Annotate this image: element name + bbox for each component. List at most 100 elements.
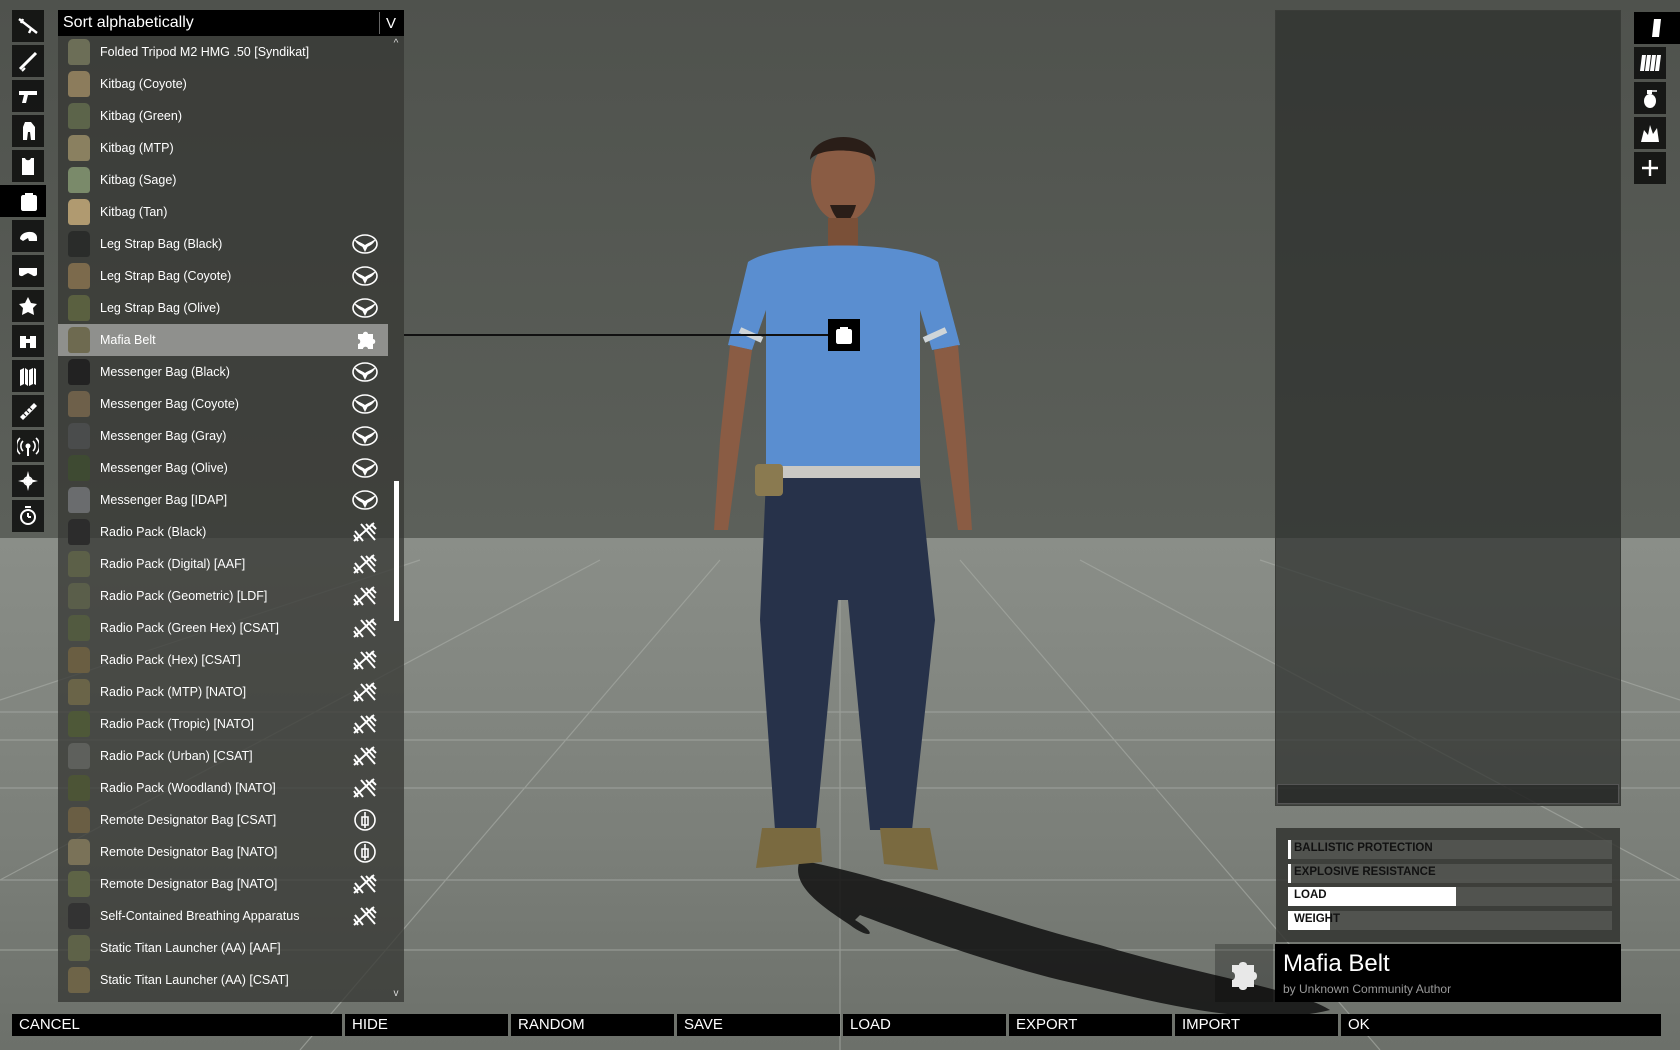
item-name: Static Titan Launcher (AA) [CSAT] xyxy=(100,973,289,987)
random-button[interactable]: RANDOM xyxy=(511,1014,674,1036)
list-item[interactable]: Radio Pack (Digital) [AAF] xyxy=(58,548,388,580)
list-item[interactable]: Messenger Bag (Black) xyxy=(58,356,388,388)
insignia-icon xyxy=(19,297,37,315)
item-thumbnail xyxy=(68,871,90,897)
filter-explosive[interactable] xyxy=(1634,117,1666,149)
list-item[interactable]: Folded Tripod M2 HMG .50 [Syndikat] xyxy=(58,36,388,68)
list-item[interactable]: Kitbag (Sage) xyxy=(58,164,388,196)
ok-button[interactable]: OK xyxy=(1341,1014,1661,1036)
item-name: Radio Pack (Digital) [AAF] xyxy=(100,557,246,571)
list-item[interactable]: Mafia Belt xyxy=(58,324,388,356)
list-item[interactable]: Radio Pack (Urban) [CSAT] xyxy=(58,740,388,772)
list-item[interactable]: Remote Designator Bag [NATO] xyxy=(58,868,388,900)
no-dlc-icon xyxy=(350,936,380,960)
category-insignia[interactable] xyxy=(12,290,44,322)
list-item[interactable]: Messenger Bag [IDAP] xyxy=(58,484,388,516)
load-button[interactable]: LOAD xyxy=(843,1014,1006,1036)
category-backpack[interactable] xyxy=(0,185,46,217)
puzzle-icon xyxy=(350,328,380,352)
import-button[interactable]: IMPORT xyxy=(1175,1014,1338,1036)
item-thumbnail xyxy=(68,487,90,513)
item-name: Radio Pack (Green Hex) [CSAT] xyxy=(100,621,279,635)
category-radio[interactable] xyxy=(12,430,44,462)
list-item[interactable]: Radio Pack (Green Hex) [CSAT] xyxy=(58,612,388,644)
list-item[interactable]: Radio Pack (Hex) [CSAT] xyxy=(58,644,388,676)
contact-dlc-icon xyxy=(350,712,380,736)
contact-dlc-icon xyxy=(350,648,380,672)
list-item[interactable]: Kitbag (Tan) xyxy=(58,196,388,228)
list-item[interactable]: Messenger Bag (Olive) xyxy=(58,452,388,484)
category-helmet[interactable] xyxy=(12,220,44,252)
list-item[interactable]: Remote Designator Bag [NATO] xyxy=(58,836,388,868)
category-map[interactable] xyxy=(12,360,44,392)
category-uniform[interactable] xyxy=(12,115,44,147)
category-launcher[interactable] xyxy=(12,45,44,77)
wings-dlc-icon xyxy=(350,392,380,416)
category-handgun[interactable] xyxy=(12,80,44,112)
list-item[interactable]: Kitbag (Coyote) xyxy=(58,68,388,100)
list-item[interactable]: Kitbag (Green) xyxy=(58,100,388,132)
chevron-down-icon[interactable]: V xyxy=(379,12,402,34)
list-scrollbar[interactable]: ^ v xyxy=(390,36,402,1002)
category-compass[interactable] xyxy=(12,465,44,497)
category-binoculars[interactable] xyxy=(12,325,44,357)
hide-button[interactable]: HIDE xyxy=(345,1014,508,1036)
list-item[interactable]: Remote Designator Bag [CSAT] xyxy=(58,804,388,836)
list-item[interactable] xyxy=(58,996,388,1002)
category-goggles[interactable] xyxy=(12,255,44,287)
item-name: Messenger Bag [IDAP] xyxy=(100,493,228,507)
list-item[interactable]: Messenger Bag (Coyote) xyxy=(58,388,388,420)
category-watch[interactable] xyxy=(12,500,44,532)
stat-label: LOAD xyxy=(1294,889,1327,901)
list-item[interactable]: Radio Pack (MTP) [NATO] xyxy=(58,676,388,708)
filter-multi-magazine[interactable] xyxy=(1634,47,1666,79)
item-thumbnail xyxy=(68,647,90,673)
item-name: Messenger Bag (Olive) xyxy=(100,461,228,475)
list-item[interactable]: Static Titan Launcher (AA) [CSAT] xyxy=(58,964,388,996)
item-thumbnail xyxy=(68,71,90,97)
item-name: Kitbag (Tan) xyxy=(100,205,168,219)
handgun-icon xyxy=(19,91,37,103)
stat-label: BALLISTIC PROTECTION xyxy=(1294,842,1433,854)
category-gps[interactable] xyxy=(12,395,44,427)
list-item[interactable]: Radio Pack (Black) xyxy=(58,516,388,548)
item-name: Radio Pack (Tropic) [NATO] xyxy=(100,717,254,731)
goggles-icon xyxy=(19,268,37,277)
list-item[interactable]: Static Titan Launcher (AA) [AAF] xyxy=(58,932,388,964)
bottom-button-bar: CANCEL HIDE RANDOM SAVE LOAD EXPORT IMPORT OK xyxy=(12,1014,1668,1036)
filter-magazine[interactable] xyxy=(1634,12,1680,44)
category-vest[interactable] xyxy=(12,150,44,182)
item-name: Radio Pack (Urban) [CSAT] xyxy=(100,749,253,763)
contact-dlc-icon xyxy=(350,616,380,640)
list-item[interactable]: Self-Contained Breathing Apparatus xyxy=(58,900,388,932)
filter-add[interactable] xyxy=(1634,152,1666,184)
list-item[interactable]: Radio Pack (Geometric) [LDF] xyxy=(58,580,388,612)
filter-grenade[interactable] xyxy=(1634,82,1666,114)
launcher-icon xyxy=(18,51,38,72)
watch-icon xyxy=(20,506,36,525)
scroll-down-arrow[interactable]: v xyxy=(390,988,402,1002)
list-item[interactable]: Radio Pack (Woodland) [NATO] xyxy=(58,772,388,804)
scroll-up-arrow[interactable]: ^ xyxy=(390,38,402,52)
no-dlc-icon xyxy=(350,968,380,992)
category-primary-weapon[interactable] xyxy=(12,10,44,42)
sort-dropdown[interactable]: Sort alphabetically V xyxy=(58,10,404,36)
list-item[interactable]: Leg Strap Bag (Black) xyxy=(58,228,388,260)
list-item[interactable]: Kitbag (MTP) xyxy=(58,132,388,164)
export-button[interactable]: EXPORT xyxy=(1009,1014,1172,1036)
contact-dlc-icon xyxy=(350,776,380,800)
backpack-slot-marker[interactable] xyxy=(828,319,860,351)
container-panel xyxy=(1275,10,1621,806)
scroll-thumb[interactable] xyxy=(394,481,399,621)
list-item[interactable]: Radio Pack (Tropic) [NATO] xyxy=(58,708,388,740)
stat-bar-edge xyxy=(1288,840,1291,859)
uniform-icon xyxy=(23,122,35,140)
list-item[interactable]: Leg Strap Bag (Olive) xyxy=(58,292,388,324)
sort-label: Sort alphabetically xyxy=(63,14,194,31)
cancel-button[interactable]: CANCEL xyxy=(12,1014,342,1036)
item-thumbnail xyxy=(68,551,90,577)
list-item[interactable]: Leg Strap Bag (Coyote) xyxy=(58,260,388,292)
item-name: Radio Pack (Hex) [CSAT] xyxy=(100,653,241,667)
save-button[interactable]: SAVE xyxy=(677,1014,840,1036)
list-item[interactable]: Messenger Bag (Gray) xyxy=(58,420,388,452)
